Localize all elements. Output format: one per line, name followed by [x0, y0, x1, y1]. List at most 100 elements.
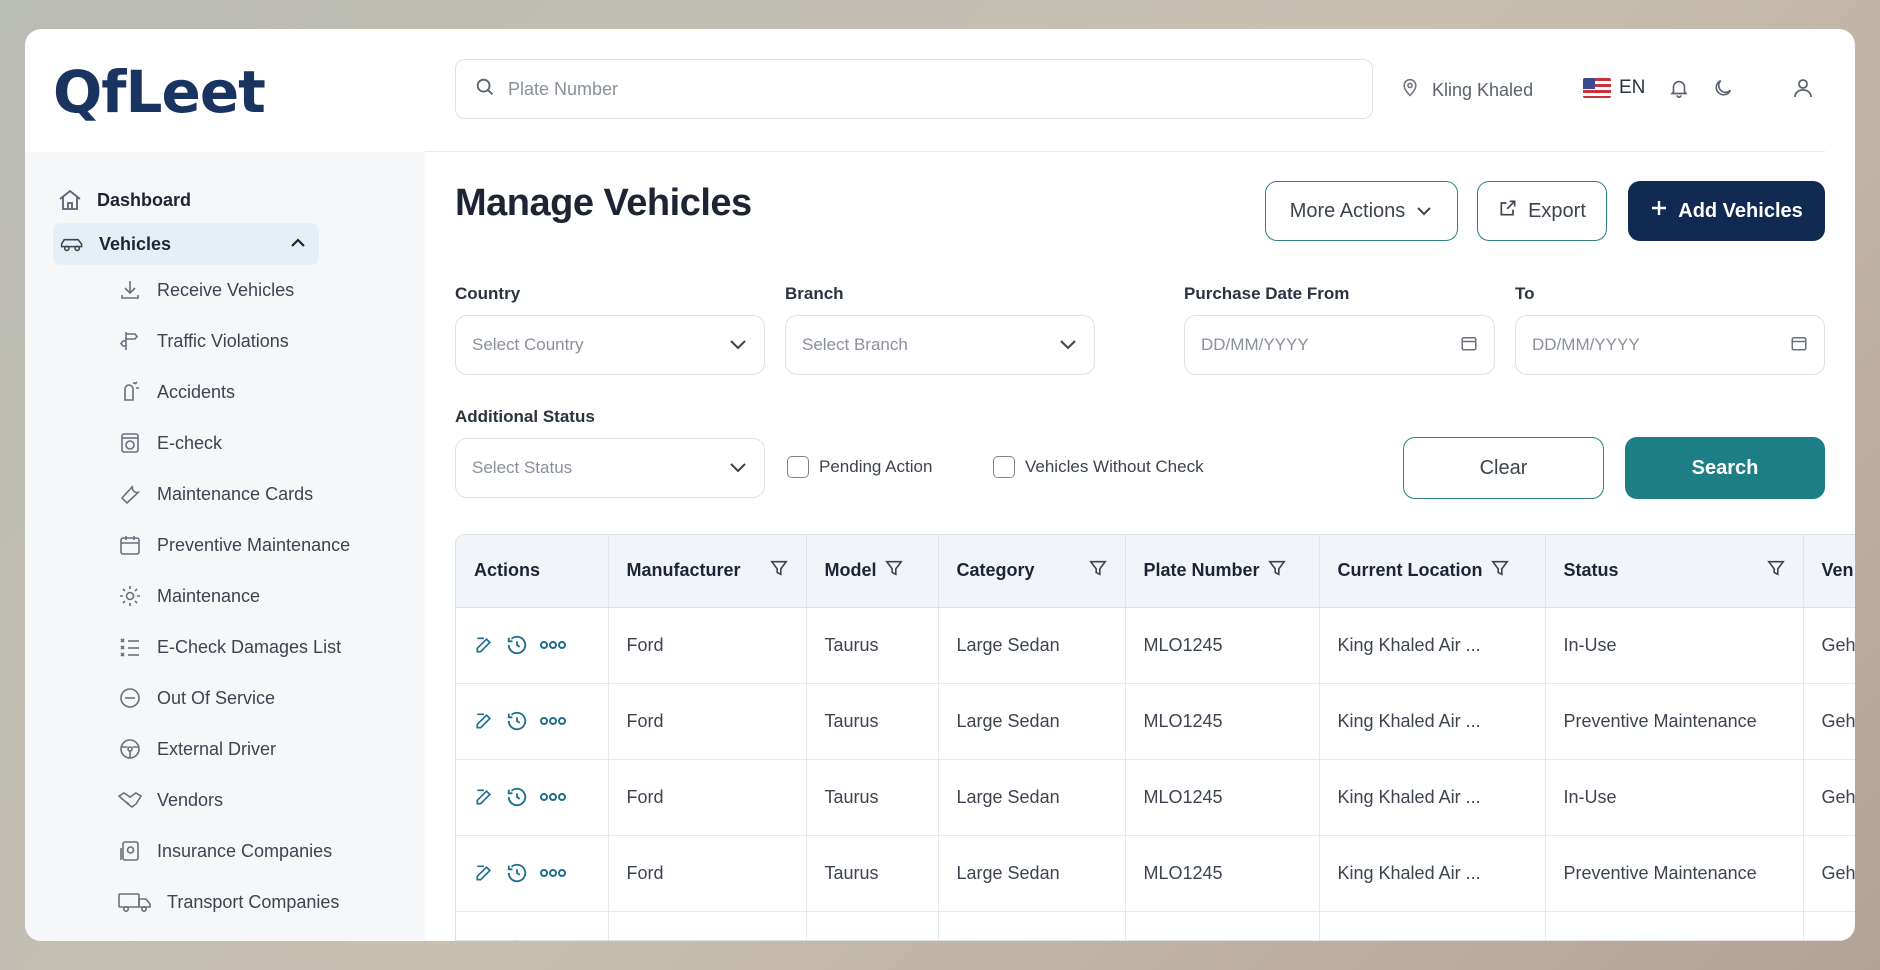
table-cell: Large Sedan [938, 835, 1126, 912]
sidebar-item-maintenance-cards[interactable]: Maintenance Cards [117, 474, 313, 514]
table-row[interactable]: FordTaurusLarge SedanMLO1245King Khaled … [456, 911, 1855, 940]
chevron-up-icon[interactable] [289, 234, 307, 255]
table-cell: In-Use [1545, 911, 1804, 940]
user-icon[interactable] [1789, 74, 1817, 102]
logo[interactable]: QfLeet [53, 63, 266, 121]
sidebar-label: Transport Companies [167, 891, 340, 912]
chevron-down-icon [1415, 200, 1433, 223]
edit-icon[interactable] [474, 863, 494, 883]
filter-icon[interactable] [884, 559, 903, 582]
table-row[interactable]: FordTaurusLarge SedanMLO1245King Khaled … [456, 683, 1855, 760]
row-actions [456, 835, 609, 912]
sidebar-item-e-check-damages-list[interactable]: E-Check Damages List [117, 627, 341, 667]
sidebar-item-transport-companies[interactable]: Transport Companies [117, 882, 339, 922]
sidebar-label: Accidents [157, 381, 236, 402]
table-row[interactable]: FordTaurusLarge SedanMLO1245King Khaled … [456, 835, 1855, 912]
history-icon[interactable] [506, 862, 528, 884]
edit-icon[interactable] [474, 787, 494, 807]
calendar-icon[interactable] [1790, 334, 1808, 357]
table-cell: Ford [608, 835, 807, 912]
language-selector[interactable]: EN [1583, 77, 1645, 99]
sidebar-item-e-check[interactable]: E-check [117, 423, 222, 463]
column-header-manufacturer[interactable]: Manufacturer [608, 535, 807, 608]
sidebar-item-vendors[interactable]: Vendors [117, 780, 223, 820]
add-vehicles-button[interactable]: Add Vehicles [1628, 181, 1825, 241]
more-options-icon[interactable] [540, 868, 566, 878]
more-options-icon[interactable] [540, 792, 566, 802]
calendar-icon[interactable] [1460, 334, 1478, 357]
sidebar-item-preventive-maintenance[interactable]: Preventive Maintenance [117, 525, 350, 565]
status-select[interactable]: Select Status [455, 438, 765, 498]
status-placeholder: Select Status [472, 458, 573, 477]
vehicles-without-check-checkbox[interactable]: Vehicles Without Check [993, 456, 1204, 478]
filter-icon[interactable] [769, 559, 788, 582]
export-icon [1498, 198, 1518, 224]
table-cell: Ford [608, 607, 807, 684]
checkbox-box[interactable] [787, 456, 809, 478]
sidebar: Dashboard Vehicles Receive Vehicles Traf… [25, 152, 425, 941]
table-cell: In-Use [1545, 607, 1804, 684]
column-header-status[interactable]: Status [1545, 535, 1804, 608]
export-label: Export [1528, 199, 1586, 222]
more-options-icon[interactable] [540, 640, 566, 650]
wrench-icon [117, 481, 143, 507]
car-icon [59, 231, 85, 257]
history-icon[interactable] [506, 938, 528, 940]
signpost-icon [117, 328, 143, 354]
table-row[interactable]: FordTaurusLarge SedanMLO1245King Khaled … [456, 607, 1855, 684]
location-label: Kling Khaled [1432, 80, 1534, 100]
location-selector[interactable]: Kling Khaled [1400, 77, 1533, 104]
column-header-model[interactable]: Model [806, 535, 939, 608]
edit-icon[interactable] [474, 635, 494, 655]
crash-icon [117, 379, 143, 405]
plate-search-input[interactable] [508, 78, 1328, 100]
more-options-icon[interactable] [540, 716, 566, 726]
moon-icon[interactable] [1709, 74, 1737, 102]
column-header-current-location[interactable]: Current Location [1319, 535, 1546, 608]
checkbox-box[interactable] [993, 456, 1015, 478]
table-cell: Ford [608, 911, 807, 940]
table-cell: MLO1245 [1125, 835, 1320, 912]
branch-select[interactable]: Select Branch [785, 315, 1095, 375]
sidebar-item-maintenance[interactable]: Maintenance [117, 576, 260, 616]
table-cell: Taurus [806, 683, 939, 760]
filter-icon[interactable] [1267, 559, 1286, 582]
plate-search[interactable] [455, 59, 1373, 119]
more-actions-button[interactable]: More Actions [1265, 181, 1458, 241]
sidebar-item-receive-vehicles[interactable]: Receive Vehicles [117, 270, 294, 310]
history-icon[interactable] [506, 786, 528, 808]
pending-action-checkbox[interactable]: Pending Action [787, 456, 932, 478]
column-header-vendor[interactable]: Ven [1803, 535, 1855, 608]
table-cell: Geh [1803, 607, 1855, 684]
sidebar-item-insurance-companies[interactable]: Insurance Companies [117, 831, 332, 871]
country-select[interactable]: Select Country [455, 315, 765, 375]
sidebar-item-out-of-service[interactable]: Out Of Service [117, 678, 275, 718]
table-cell: Large Sedan [938, 759, 1126, 836]
history-icon[interactable] [506, 710, 528, 732]
clear-button[interactable]: Clear [1403, 437, 1604, 499]
sidebar-item-dashboard[interactable]: Dashboard [57, 180, 191, 220]
search-button[interactable]: Search [1625, 437, 1825, 499]
column-title: Actions [474, 560, 541, 581]
sidebar-item-traffic-violations[interactable]: Traffic Violations [117, 321, 289, 361]
sidebar-item-external-driver[interactable]: External Driver [117, 729, 276, 769]
column-header-category[interactable]: Category [938, 535, 1126, 608]
sidebar-item-vehicles[interactable]: Vehicles [53, 223, 319, 265]
table-row[interactable]: FordTaurusLarge SedanMLO1245King Khaled … [456, 759, 1855, 836]
history-icon[interactable] [506, 634, 528, 656]
bell-icon[interactable] [1665, 74, 1693, 102]
minus-circle-icon [117, 685, 143, 711]
purchase-date-to-field[interactable]: DD/MM/YYYY [1515, 315, 1825, 375]
table-cell: Large Sedan [938, 911, 1126, 940]
edit-icon[interactable] [474, 711, 494, 731]
clear-label: Clear [1479, 456, 1528, 479]
column-header-plate-number[interactable]: Plate Number [1125, 535, 1320, 608]
filter-icon[interactable] [1766, 559, 1785, 582]
filter-icon[interactable] [1088, 559, 1107, 582]
table-header-row: Actions Manufacturer Model Category Plat… [456, 535, 1855, 608]
sidebar-item-accidents[interactable]: Accidents [117, 372, 235, 412]
filter-icon[interactable] [1490, 559, 1509, 582]
purchase-date-from-field[interactable]: DD/MM/YYYY [1184, 315, 1495, 375]
edit-icon[interactable] [474, 939, 494, 940]
export-button[interactable]: Export [1477, 181, 1607, 241]
